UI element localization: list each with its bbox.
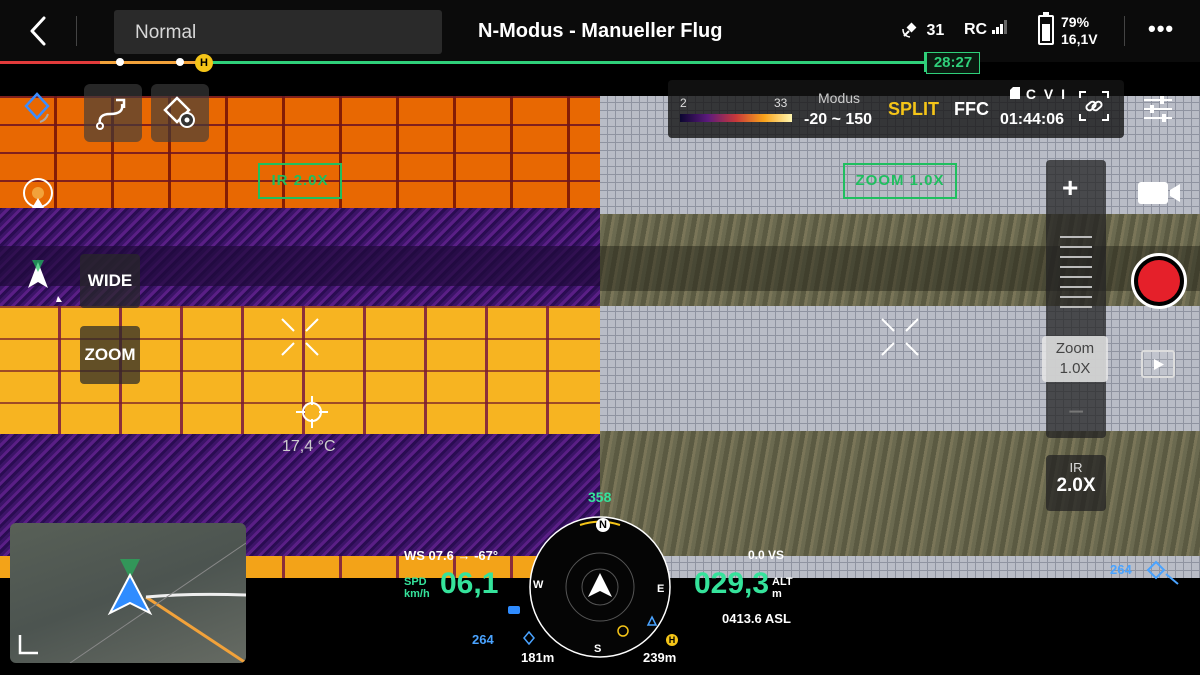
compass-west: W [533, 579, 544, 591]
satellite-status[interactable]: 31 [902, 20, 944, 40]
flight-mode-value: Normal [135, 22, 197, 43]
map-pin-eye-icon [163, 96, 195, 128]
ir-zoom-title: IR [1069, 460, 1083, 475]
ir-crosshair-icon [281, 318, 319, 356]
vertical-speed: 0.0 VS [748, 548, 785, 562]
timeline-segment-low [0, 61, 100, 64]
zoom-value: 1.0X [1059, 360, 1091, 377]
split-view-button[interactable]: SPLIT [888, 99, 939, 120]
timeline-segment-mid [100, 61, 200, 64]
record-dot [1138, 260, 1180, 302]
waypoint-marker-icon [523, 631, 535, 645]
altitude-label: ALT m [772, 576, 793, 600]
waypoint-distance: 181m [521, 650, 555, 665]
target-tool-button[interactable] [151, 84, 209, 142]
signal-bars-icon [991, 20, 1007, 34]
altitude-unit: m [772, 588, 782, 600]
ir-zoom-button[interactable]: IR 2.0X [1046, 455, 1106, 511]
visual-zoom-indicator: ZOOM 1.0X [843, 163, 957, 199]
satellite-count: 31 [926, 22, 945, 39]
thermal-palette-bar[interactable] [680, 114, 792, 122]
zoom-value-box[interactable]: Zoom 1.0X [1042, 336, 1108, 382]
timeline-home-marker: H [195, 54, 213, 72]
link-camera-icon[interactable] [1078, 90, 1110, 122]
speed-value: 06,1 [440, 567, 499, 600]
battery-fill [1042, 24, 1050, 41]
battery-icon[interactable] [1038, 12, 1054, 45]
home-distance: 239m [643, 650, 677, 665]
return-home-icon[interactable] [18, 176, 58, 216]
video-camera-icon[interactable] [1136, 176, 1182, 210]
divider [1124, 16, 1125, 46]
timeline-dot [116, 58, 124, 66]
zoom-scale-ticks [1060, 228, 1092, 308]
waypoint-diamond-icon[interactable] [24, 92, 50, 126]
altitude-label-text: ALT [772, 576, 793, 588]
rc-label: RC [964, 21, 988, 38]
wind-speed: WS 07.6 → -67° [404, 548, 499, 563]
altitude-asl: 0413.6 ASL [722, 611, 791, 626]
thermal-range-value[interactable]: -20 ~ 150 [804, 111, 872, 129]
remaining-flight-time: 28:27 [926, 52, 980, 74]
zoom-in-button[interactable]: + [1062, 172, 1078, 204]
speed-unit: km/h [404, 588, 430, 600]
thermal-modus-label: Modus [818, 90, 861, 106]
play-icon [1154, 359, 1164, 370]
satellite-icon [902, 22, 917, 38]
speed-label-text: SPD [404, 576, 427, 588]
battery-percent: 79% [1061, 14, 1090, 30]
storage-indicator: C V I [1010, 86, 1067, 102]
timeline-segment-ok [200, 61, 925, 64]
ffc-button[interactable]: FFC [954, 99, 989, 120]
spot-meter-icon[interactable] [296, 396, 328, 428]
heading-value: 358 [588, 489, 612, 505]
home-direction-icon [1146, 560, 1179, 585]
rc-signal[interactable]: RC [964, 20, 1008, 39]
aircraft-heading-icon [28, 260, 62, 302]
record-button[interactable] [1131, 253, 1187, 309]
compass [529, 516, 671, 658]
thermal-scale-min: 2 [680, 96, 687, 110]
route-tool-button[interactable] [84, 84, 142, 142]
storage-label: C V I [1025, 86, 1068, 102]
spot-temperature: 17,4 °C [282, 438, 336, 455]
home-distance-right: 264 [1110, 562, 1132, 577]
zoom-out-button[interactable]: − [1068, 396, 1084, 428]
zoom-title: Zoom [1055, 340, 1095, 357]
compass-home-marker: H [666, 634, 678, 646]
recording-time-remaining: 01:44:06 [1000, 111, 1065, 128]
ir-zoom-indicator: IR 2.0X [258, 163, 342, 199]
more-menu-button[interactable]: ••• [1148, 16, 1174, 42]
compass-north: N [596, 518, 610, 532]
top-bar: Normal N-Modus - Manueller Flug 31 RC 79… [0, 0, 1200, 62]
route-path-icon [96, 98, 126, 130]
visual-crosshair-icon [881, 318, 919, 356]
speed-label: SPD km/h [404, 576, 430, 600]
altitude-value: 029,3 [694, 567, 770, 600]
shadow-strip [600, 246, 1200, 291]
compass-south: S [594, 643, 602, 655]
ir-zoom-value: 2.0X [1056, 475, 1096, 496]
divider [76, 16, 77, 46]
mini-map[interactable] [10, 523, 246, 663]
wide-camera-button[interactable]: WIDE [80, 254, 140, 308]
speed-pointer [508, 606, 520, 614]
playback-button[interactable] [1141, 350, 1175, 378]
sd-card-icon [1010, 87, 1020, 99]
settings-sliders-icon[interactable] [1142, 94, 1174, 124]
page-title: N-Modus - Manueller Flug [478, 20, 723, 42]
battery-info: 79% 16,1V [1061, 14, 1098, 48]
timeline-dot [176, 58, 184, 66]
zoom-camera-button[interactable]: ZOOM [80, 326, 140, 384]
battery-voltage: 16,1V [1061, 31, 1098, 47]
compass-east: E [657, 583, 665, 595]
mini-map-graphic [18, 542, 246, 663]
flight-mode-selector[interactable]: Normal [114, 10, 442, 54]
back-arrow-icon[interactable] [24, 14, 54, 48]
home-distance-left: 264 [472, 632, 494, 647]
thermal-scale-max: 33 [774, 96, 788, 110]
